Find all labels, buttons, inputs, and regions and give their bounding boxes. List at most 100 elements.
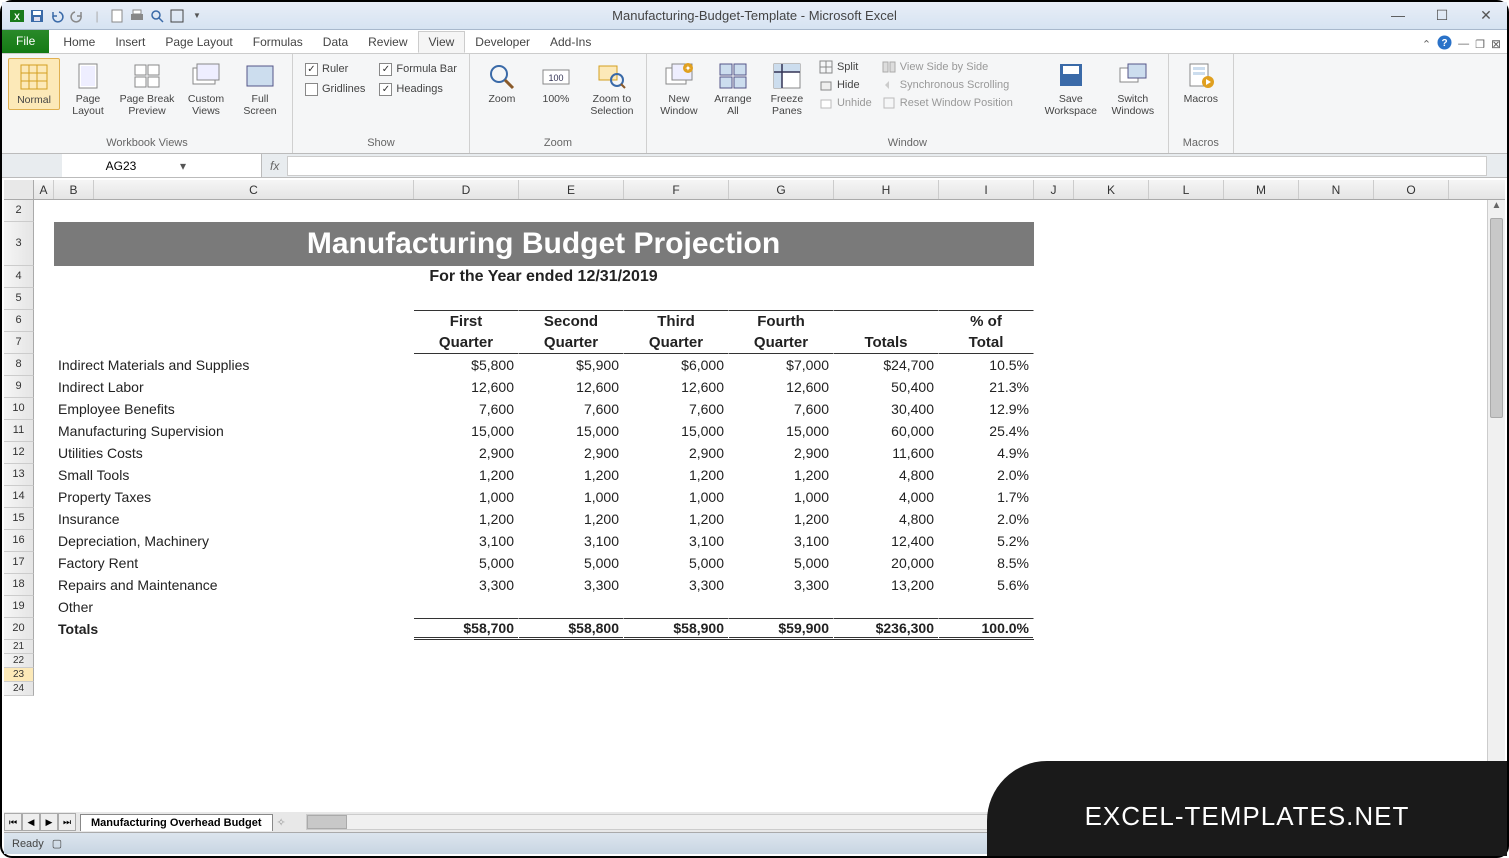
sheet-nav-next[interactable]: ▶ xyxy=(40,813,58,831)
document-title[interactable]: Manufacturing Budget Projection xyxy=(54,222,1034,266)
cell[interactable]: 11,600 xyxy=(834,442,939,464)
gridlines-checkbox[interactable]: Gridlines xyxy=(305,80,365,98)
maximize-button[interactable]: ☐ xyxy=(1427,4,1457,26)
spreadsheet-grid[interactable]: ABCDEFGHIJKLMNO 23Manufacturing Budget P… xyxy=(4,180,1505,812)
cell[interactable]: 3,100 xyxy=(624,530,729,552)
cell[interactable]: Total xyxy=(939,332,1034,354)
cell[interactable]: 5,000 xyxy=(729,552,834,574)
cell[interactable]: 7,600 xyxy=(519,398,624,420)
column-header[interactable]: I xyxy=(939,180,1034,199)
column-header[interactable]: E xyxy=(519,180,624,199)
cell[interactable] xyxy=(34,574,54,596)
cell[interactable]: 12.9% xyxy=(939,398,1034,420)
sheet-tab[interactable]: Manufacturing Overhead Budget xyxy=(80,814,273,831)
cell[interactable]: 1,000 xyxy=(624,486,729,508)
row-header[interactable]: 11 xyxy=(4,420,34,442)
cell[interactable]: 1,200 xyxy=(414,508,519,530)
full-screen-button[interactable]: Full Screen xyxy=(234,58,286,119)
sheet-nav-last[interactable]: ⏭ xyxy=(58,813,76,831)
cell[interactable]: 3,300 xyxy=(729,574,834,596)
tab-insert[interactable]: Insert xyxy=(105,31,155,53)
cell[interactable]: 5.6% xyxy=(939,574,1034,596)
cell[interactable]: 15,000 xyxy=(414,420,519,442)
cell[interactable] xyxy=(34,266,54,288)
cell[interactable]: 5,000 xyxy=(624,552,729,574)
cell[interactable]: 5,000 xyxy=(519,552,624,574)
cell[interactable]: $59,900 xyxy=(729,618,834,640)
row-label[interactable]: Insurance xyxy=(54,508,414,530)
cell[interactable] xyxy=(34,654,1434,668)
cell[interactable]: 12,600 xyxy=(414,376,519,398)
cell[interactable]: 5,000 xyxy=(414,552,519,574)
cell[interactable] xyxy=(519,596,624,618)
tab-addins[interactable]: Add-Ins xyxy=(540,31,601,53)
cell[interactable] xyxy=(34,420,54,442)
cell[interactable] xyxy=(34,486,54,508)
row-label[interactable]: Indirect Materials and Supplies xyxy=(54,354,414,376)
cell[interactable]: 1,200 xyxy=(729,464,834,486)
cell[interactable] xyxy=(834,596,939,618)
cell[interactable] xyxy=(34,398,54,420)
row-label[interactable]: Factory Rent xyxy=(54,552,414,574)
row-label[interactable]: Employee Benefits xyxy=(54,398,414,420)
cell[interactable]: 3,100 xyxy=(519,530,624,552)
cell[interactable]: $24,700 xyxy=(834,354,939,376)
column-header[interactable]: K xyxy=(1074,180,1149,199)
wb-restore-icon[interactable]: ❐ xyxy=(1475,38,1485,51)
cell[interactable] xyxy=(414,596,519,618)
column-header[interactable]: O xyxy=(1374,180,1449,199)
cell[interactable]: 3,100 xyxy=(729,530,834,552)
ribbon-minimize-icon[interactable]: ⌃ xyxy=(1422,38,1431,51)
close-button[interactable]: ✕ xyxy=(1471,4,1501,26)
cell[interactable] xyxy=(34,682,1434,696)
view-side-by-side-button[interactable]: View Side by Side xyxy=(882,58,1034,75)
cell[interactable] xyxy=(729,596,834,618)
cell[interactable]: % of xyxy=(939,310,1034,332)
tab-view[interactable]: View xyxy=(418,31,466,53)
page-layout-button[interactable]: Page Layout xyxy=(62,58,114,119)
column-header[interactable]: J xyxy=(1034,180,1074,199)
split-button[interactable]: Split xyxy=(819,58,872,75)
cell[interactable] xyxy=(34,596,54,618)
cell[interactable]: 8.5% xyxy=(939,552,1034,574)
formula-bar[interactable] xyxy=(287,156,1487,176)
row-header[interactable]: 19 xyxy=(4,596,34,618)
row-label[interactable]: Property Taxes xyxy=(54,486,414,508)
cell[interactable]: 1.7% xyxy=(939,486,1034,508)
cell[interactable]: $5,900 xyxy=(519,354,624,376)
name-box-input[interactable] xyxy=(66,159,176,173)
cell[interactable]: 20,000 xyxy=(834,552,939,574)
cell[interactable]: 1,200 xyxy=(624,464,729,486)
headings-checkbox[interactable]: ✓Headings xyxy=(379,80,457,98)
cell[interactable] xyxy=(34,530,54,552)
cell[interactable] xyxy=(939,596,1034,618)
cell[interactable]: 2,900 xyxy=(729,442,834,464)
sync-scroll-button[interactable]: Synchronous Scrolling xyxy=(882,76,1034,93)
tab-home[interactable]: Home xyxy=(53,31,105,53)
cell[interactable] xyxy=(34,640,1434,654)
cell[interactable]: 7,600 xyxy=(624,398,729,420)
qat-icon-page[interactable] xyxy=(108,7,126,25)
cell[interactable]: 4.9% xyxy=(939,442,1034,464)
column-header[interactable]: A xyxy=(34,180,54,199)
cell[interactable]: 12,400 xyxy=(834,530,939,552)
cell[interactable]: 3,300 xyxy=(519,574,624,596)
switch-windows-button[interactable]: Switch Windows xyxy=(1104,58,1162,119)
zoom-selection-button[interactable]: Zoom to Selection xyxy=(584,58,640,119)
sheet-nav-first[interactable]: ⏮ xyxy=(4,813,22,831)
row-header[interactable]: 22 xyxy=(4,654,34,668)
page-break-button[interactable]: Page Break Preview xyxy=(116,58,178,119)
document-subtitle[interactable]: For the Year ended 12/31/2019 xyxy=(54,266,1034,288)
cell[interactable]: 7,600 xyxy=(414,398,519,420)
cell[interactable] xyxy=(34,310,414,332)
cell[interactable]: 21.3% xyxy=(939,376,1034,398)
cell[interactable] xyxy=(34,618,54,640)
cell[interactable]: 3,300 xyxy=(414,574,519,596)
tab-developer[interactable]: Developer xyxy=(465,31,540,53)
row-header[interactable]: 6 xyxy=(4,310,34,332)
row-header[interactable]: 17 xyxy=(4,552,34,574)
scroll-thumb[interactable] xyxy=(1490,218,1503,418)
cell[interactable] xyxy=(34,668,1434,682)
column-header[interactable]: N xyxy=(1299,180,1374,199)
cell[interactable]: 2.0% xyxy=(939,464,1034,486)
